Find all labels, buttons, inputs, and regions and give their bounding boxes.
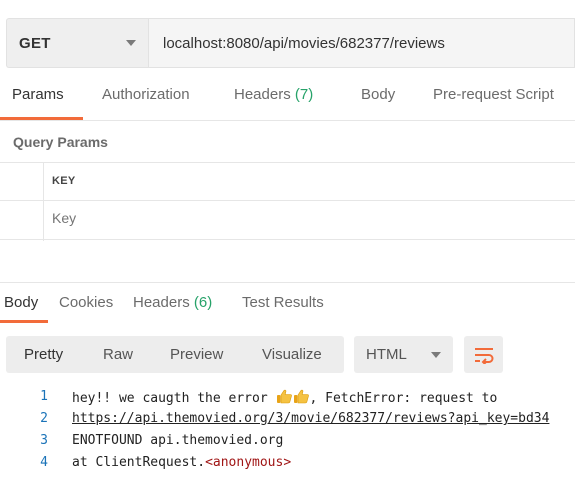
thumbs-up-emoji-icon — [293, 389, 309, 404]
code-line: 2 https://api.themovied.org/3/movie/6823… — [0, 408, 575, 430]
view-mode-segmented: Pretty Raw Preview Visualize — [6, 336, 344, 373]
response-tab-test-results[interactable]: Test Results — [242, 294, 324, 311]
line-number: 2 — [40, 411, 48, 426]
anonymous-tag: <anonymous> — [205, 455, 292, 470]
method-label: GET — [19, 34, 51, 52]
response-tab-cookies[interactable]: Cookies — [59, 294, 113, 311]
divider — [0, 282, 575, 283]
response-tabs: Body Cookies Headers (6) Test Results — [0, 294, 575, 324]
chevron-down-icon — [431, 351, 441, 358]
format-label: HTML — [366, 346, 407, 363]
url-input[interactable]: localhost:8080/api/movies/682377/reviews — [148, 18, 575, 68]
response-body: 1 hey!! we caugth the error , FetchError… — [0, 386, 575, 482]
chevron-down-icon — [126, 40, 136, 46]
divider — [0, 120, 575, 121]
tab-pre-request-script[interactable]: Pre-request Script — [433, 86, 554, 103]
line-number: 4 — [40, 455, 48, 470]
line-text-suffix: , FetchError: request to — [309, 391, 498, 406]
thumbs-up-emoji-icon — [276, 389, 292, 404]
params-header-row: KEY — [0, 163, 575, 201]
format-select[interactable]: HTML — [354, 336, 453, 373]
response-link[interactable]: https://api.themovied.org/3/movie/682377… — [72, 411, 549, 426]
tab-headers-count: (7) — [294, 86, 314, 103]
request-tabs: Params Authorization Headers (7) Body Pr… — [0, 86, 575, 122]
line-number: 3 — [40, 433, 48, 448]
row-handle-column — [43, 163, 44, 241]
tab-body[interactable]: Body — [361, 86, 395, 103]
view-raw-button[interactable]: Raw — [103, 346, 133, 363]
params-table: KEY — [0, 162, 575, 241]
code-line: 4 at ClientRequest.<anonymous> — [0, 452, 575, 474]
view-pretty-button[interactable]: Pretty — [24, 346, 63, 363]
wrap-lines-icon — [474, 347, 493, 364]
wrap-lines-button[interactable] — [464, 336, 503, 373]
line-number: 1 — [40, 389, 48, 404]
view-visualize-button[interactable]: Visualize — [262, 346, 322, 363]
tab-authorization[interactable]: Authorization — [102, 86, 190, 103]
response-tab-body[interactable]: Body — [4, 294, 38, 311]
code-line: 1 hey!! we caugth the error , FetchError… — [0, 386, 575, 408]
line-text: at ClientRequest.<anonymous> — [72, 455, 291, 470]
line-text: hey!! we caugth the error , FetchError: … — [72, 389, 497, 406]
line-text: ENOTFOUND api.themovied.org — [72, 433, 284, 448]
view-preview-button[interactable]: Preview — [170, 346, 223, 363]
code-line: 3 ENOTFOUND api.themovied.org — [0, 430, 575, 452]
response-tab-body-underline — [0, 320, 48, 323]
key-input[interactable] — [52, 210, 352, 226]
line-text-prefix: hey!! we caugth the error — [72, 391, 276, 406]
tab-headers[interactable]: Headers (7) — [234, 86, 313, 103]
key-column-header: KEY — [52, 175, 76, 187]
request-bar: GET localhost:8080/api/movies/682377/rev… — [6, 18, 575, 68]
line-text-prefix: at ClientRequest. — [72, 455, 206, 470]
tab-params[interactable]: Params — [12, 86, 64, 103]
response-tab-headers-count: (6) — [193, 294, 213, 311]
params-row — [0, 201, 575, 239]
tab-headers-label: Headers — [234, 86, 291, 103]
response-tab-headers[interactable]: Headers (6) — [133, 294, 212, 311]
query-params-title: Query Params — [13, 134, 108, 150]
response-tab-headers-label: Headers — [133, 294, 190, 311]
method-select[interactable]: GET — [6, 18, 148, 68]
